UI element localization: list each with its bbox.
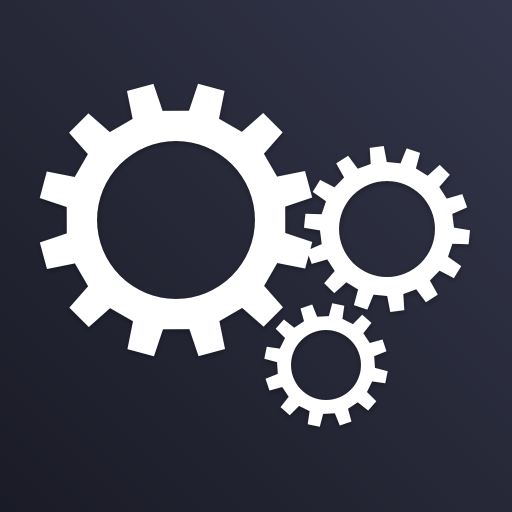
app-icon xyxy=(0,0,512,512)
settings-gears-icon xyxy=(0,0,512,512)
